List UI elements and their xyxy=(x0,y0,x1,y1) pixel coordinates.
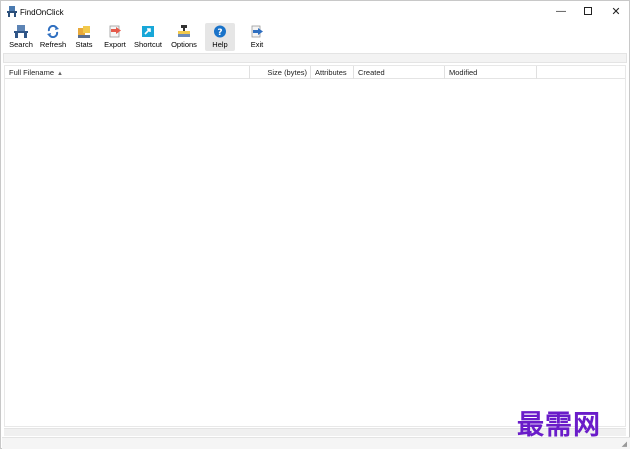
help-button[interactable]: ? Help xyxy=(205,23,235,51)
minimize-icon: — xyxy=(556,6,566,17)
shortcut-icon xyxy=(142,26,154,37)
search-button[interactable]: Search xyxy=(6,23,36,51)
window-title: FindOnClick xyxy=(20,8,64,17)
exit-icon xyxy=(251,25,263,38)
exit-label: Exit xyxy=(250,40,264,49)
options-button[interactable]: Options xyxy=(169,23,199,51)
help-label: Help xyxy=(212,40,228,49)
svg-text:?: ? xyxy=(217,28,222,38)
app-logo-icon xyxy=(7,6,17,17)
options-label: Options xyxy=(171,40,197,49)
maximize-button[interactable] xyxy=(574,1,602,23)
search-info-bar xyxy=(3,53,627,63)
refresh-label: Refresh xyxy=(39,40,67,49)
export-button[interactable]: Export xyxy=(101,23,129,51)
exit-button[interactable]: Exit xyxy=(243,23,271,51)
column-attributes[interactable]: Attributes xyxy=(311,66,354,79)
minimize-button[interactable]: — xyxy=(547,1,575,23)
results-list[interactable]: Full Filename ▲ Size (bytes) Attributes C… xyxy=(4,65,626,427)
column-label: Size (bytes) xyxy=(267,68,307,77)
refresh-icon xyxy=(47,25,59,38)
column-label: Full Filename xyxy=(9,68,55,77)
stats-label: Stats xyxy=(75,40,93,49)
column-size[interactable]: Size (bytes) xyxy=(250,66,311,79)
search-icon xyxy=(14,25,28,38)
column-full-filename[interactable]: Full Filename ▲ xyxy=(5,66,250,79)
column-created[interactable]: Created xyxy=(354,66,445,79)
app-window: FindOnClick — ✕ Search Refresh Stats Exp… xyxy=(0,0,630,449)
close-icon: ✕ xyxy=(611,6,621,18)
options-icon xyxy=(178,25,190,37)
shortcut-label: Shortcut xyxy=(134,40,162,49)
resize-grip-icon[interactable]: ◢ xyxy=(622,440,627,448)
list-header: Full Filename ▲ Size (bytes) Attributes C… xyxy=(5,66,625,79)
column-label: Modified xyxy=(449,68,478,77)
stats-button[interactable]: Stats xyxy=(71,23,97,51)
refresh-button[interactable]: Refresh xyxy=(38,23,68,51)
column-label: Attributes xyxy=(315,68,347,77)
shortcut-button[interactable]: Shortcut xyxy=(131,23,165,51)
title-bar[interactable]: FindOnClick — ✕ xyxy=(1,1,629,23)
search-label: Search xyxy=(9,40,33,49)
export-label: Export xyxy=(104,40,126,49)
maximize-icon xyxy=(584,7,592,16)
stats-icon xyxy=(78,26,90,38)
close-button[interactable]: ✕ xyxy=(602,1,630,23)
sort-ascending-icon: ▲ xyxy=(57,71,63,77)
help-icon: ? xyxy=(214,25,226,38)
export-icon xyxy=(109,25,121,38)
column-label: Created xyxy=(358,68,385,77)
column-modified[interactable]: Modified xyxy=(445,66,537,79)
toolbar: Search Refresh Stats Export Shortcut Opt… xyxy=(3,23,629,51)
watermark: 最需网 xyxy=(517,410,601,441)
